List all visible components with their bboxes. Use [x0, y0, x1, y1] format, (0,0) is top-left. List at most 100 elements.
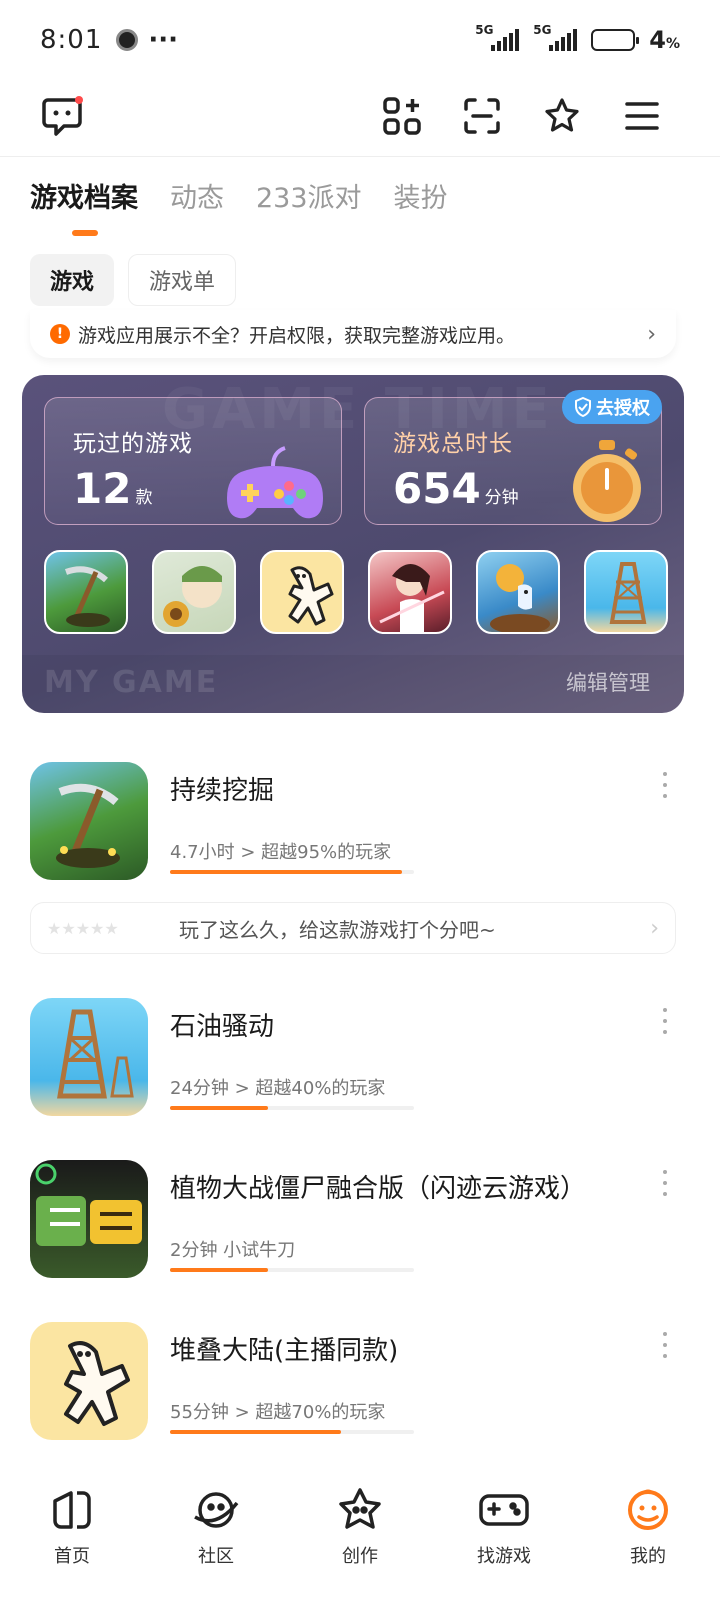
status-bar: 8:01 ··· 5G 5G 4%: [0, 0, 720, 80]
nav-create[interactable]: 创作: [300, 1484, 420, 1568]
played-games-value: 12 款: [73, 464, 152, 513]
game-title: 植物大战僵尸融合版（闪迹云游戏）: [170, 1174, 587, 1204]
nav-home[interactable]: 首页: [12, 1484, 132, 1568]
game-icon-stacklands: [30, 1322, 148, 1440]
playtime-progress-fill: [170, 1430, 341, 1434]
rating-prompt-text: 玩了这么久，给这款游戏打个分吧~: [179, 917, 496, 942]
play-time-label: 游戏总时长: [393, 431, 513, 457]
chip-game-lists[interactable]: 游戏单: [128, 254, 237, 306]
chip-games[interactable]: 游戏: [30, 254, 115, 306]
rate-game-prompt[interactable]: ★★★★★ 玩了这么久，给这款游戏打个分吧~ ›: [30, 902, 676, 954]
status-time: 8:01: [40, 25, 103, 55]
more-options-icon[interactable]: [660, 1170, 670, 1196]
tab-233-party[interactable]: 233派对: [256, 176, 362, 215]
signal-icon: 5G: [533, 23, 578, 51]
add-app-icon[interactable]: [376, 90, 428, 142]
notice-text: 游戏应用展示不全？开启权限，获取完整游戏应用。: [78, 324, 516, 347]
chevron-right-icon: ›: [647, 321, 656, 347]
message-icon[interactable]: [36, 90, 88, 142]
more-notifications-icon: ···: [148, 25, 179, 55]
playtime-progress: [170, 1268, 414, 1272]
battery-percent: 4%: [649, 26, 680, 54]
played-games-box[interactable]: 玩过的游戏 12 款: [44, 397, 342, 525]
mini-game-oil[interactable]: [584, 550, 668, 634]
tab-game-archive[interactable]: 游戏档案: [30, 176, 138, 236]
profile-face-icon: [622, 1484, 674, 1536]
tab-outfit[interactable]: 装扮: [394, 176, 448, 215]
play-time-value: 654 分钟: [393, 464, 519, 513]
authorize-button[interactable]: 去授权: [562, 390, 662, 424]
mini-game-adventure[interactable]: [476, 550, 560, 634]
game-row-plants[interactable]: 植物大战僵尸融合版（闪迹云游戏） 2分钟 小试牛刀: [30, 1160, 680, 1290]
signal-label: 5G: [475, 23, 494, 37]
game-title: 堆叠大陆(主播同款): [170, 1336, 399, 1366]
nav-label: 首页: [54, 1546, 90, 1567]
my-game-watermark: MY GAME: [44, 665, 219, 700]
nav-community[interactable]: 社区: [156, 1484, 276, 1568]
mini-game-anime[interactable]: [368, 550, 452, 634]
star-sparkle-icon[interactable]: [536, 90, 588, 142]
duration-count: 654: [393, 464, 481, 513]
played-count: 12: [73, 464, 132, 513]
nav-label: 创作: [342, 1546, 378, 1567]
create-star-icon: [334, 1484, 386, 1536]
playtime-progress-fill: [170, 870, 402, 874]
playtime-progress-fill: [170, 1268, 268, 1272]
top-toolbar: [0, 80, 720, 156]
game-row-oil[interactable]: 石油骚动 24分钟 > 超越40%的玩家: [30, 998, 680, 1128]
tab-activity[interactable]: 动态: [170, 176, 224, 215]
nav-find-games[interactable]: 找游戏: [444, 1484, 564, 1568]
mini-game-dig[interactable]: [44, 550, 128, 634]
rating-stars[interactable]: ★★★★★: [47, 919, 167, 938]
mini-game-plants[interactable]: [152, 550, 236, 634]
permission-notice[interactable]: ! 游戏应用展示不全？开启权限，获取完整游戏应用。 ›: [30, 310, 676, 358]
home-icon: [46, 1484, 98, 1536]
battery-value: 4: [649, 26, 666, 54]
game-icon-plants: [30, 1160, 148, 1278]
status-indicators: 5G 5G 4%: [475, 23, 680, 54]
more-options-icon[interactable]: [660, 1332, 670, 1358]
scan-icon[interactable]: [456, 90, 508, 142]
battery-icon: [591, 29, 640, 51]
gamepad-icon: [227, 446, 323, 519]
game-icon-dig: [30, 762, 148, 880]
menu-icon[interactable]: [616, 90, 668, 142]
mini-game-stacklands[interactable]: [260, 550, 344, 634]
app-notification-icon: [116, 29, 139, 51]
warning-icon: !: [50, 324, 70, 344]
signal-icon: 5G: [475, 23, 520, 51]
more-options-icon[interactable]: [660, 1008, 670, 1034]
shield-check-icon: [575, 397, 591, 417]
playtime-progress: [170, 870, 414, 874]
game-row-stacklands[interactable]: 堆叠大陆(主播同款) 55分钟 > 超越70%的玩家: [30, 1322, 680, 1452]
played-unit: 款: [135, 488, 153, 508]
more-options-icon[interactable]: [660, 772, 670, 798]
playtime-progress: [170, 1106, 414, 1110]
duration-unit: 分钟: [484, 488, 519, 508]
game-playtime-meta: 4.7小时 > 超越95%的玩家: [170, 842, 392, 863]
signal-label: 5G: [533, 23, 552, 37]
chevron-right-icon: ›: [650, 915, 659, 941]
nav-label: 社区: [198, 1546, 234, 1567]
game-playtime-meta: 2分钟 小试牛刀: [170, 1240, 296, 1261]
toolbar-divider: [0, 156, 720, 157]
played-games-label: 玩过的游戏: [73, 431, 193, 457]
game-icon-oil: [30, 998, 148, 1116]
game-row-dig[interactable]: 持续挖掘 4.7小时 > 超越95%的玩家: [30, 762, 680, 892]
nav-label: 我的: [630, 1546, 666, 1567]
nav-label: 找游戏: [477, 1546, 531, 1567]
bottom-navigation: 首页 社区 创作 找游戏 我的: [0, 1472, 720, 1600]
community-planet-icon: [190, 1484, 242, 1536]
profile-tabs: 游戏档案 动态 233派对 装扮: [30, 176, 448, 236]
recent-games-row: [44, 550, 668, 634]
nav-me[interactable]: 我的: [588, 1484, 708, 1568]
playtime-progress-fill: [170, 1106, 268, 1110]
game-stats-card: GAME TIME 玩过的游戏 12 款 游戏总时长 654 分钟 MY GAM…: [22, 375, 684, 713]
authorize-label: 去授权: [596, 398, 650, 419]
playtime-progress: [170, 1430, 414, 1434]
game-title: 石油骚动: [170, 1012, 275, 1042]
edit-manage-link[interactable]: 编辑管理: [566, 667, 650, 697]
sub-filter-chips: 游戏 游戏单: [30, 254, 237, 306]
gamepad-icon: [478, 1484, 530, 1536]
game-playtime-meta: 24分钟 > 超越40%的玩家: [170, 1078, 386, 1099]
